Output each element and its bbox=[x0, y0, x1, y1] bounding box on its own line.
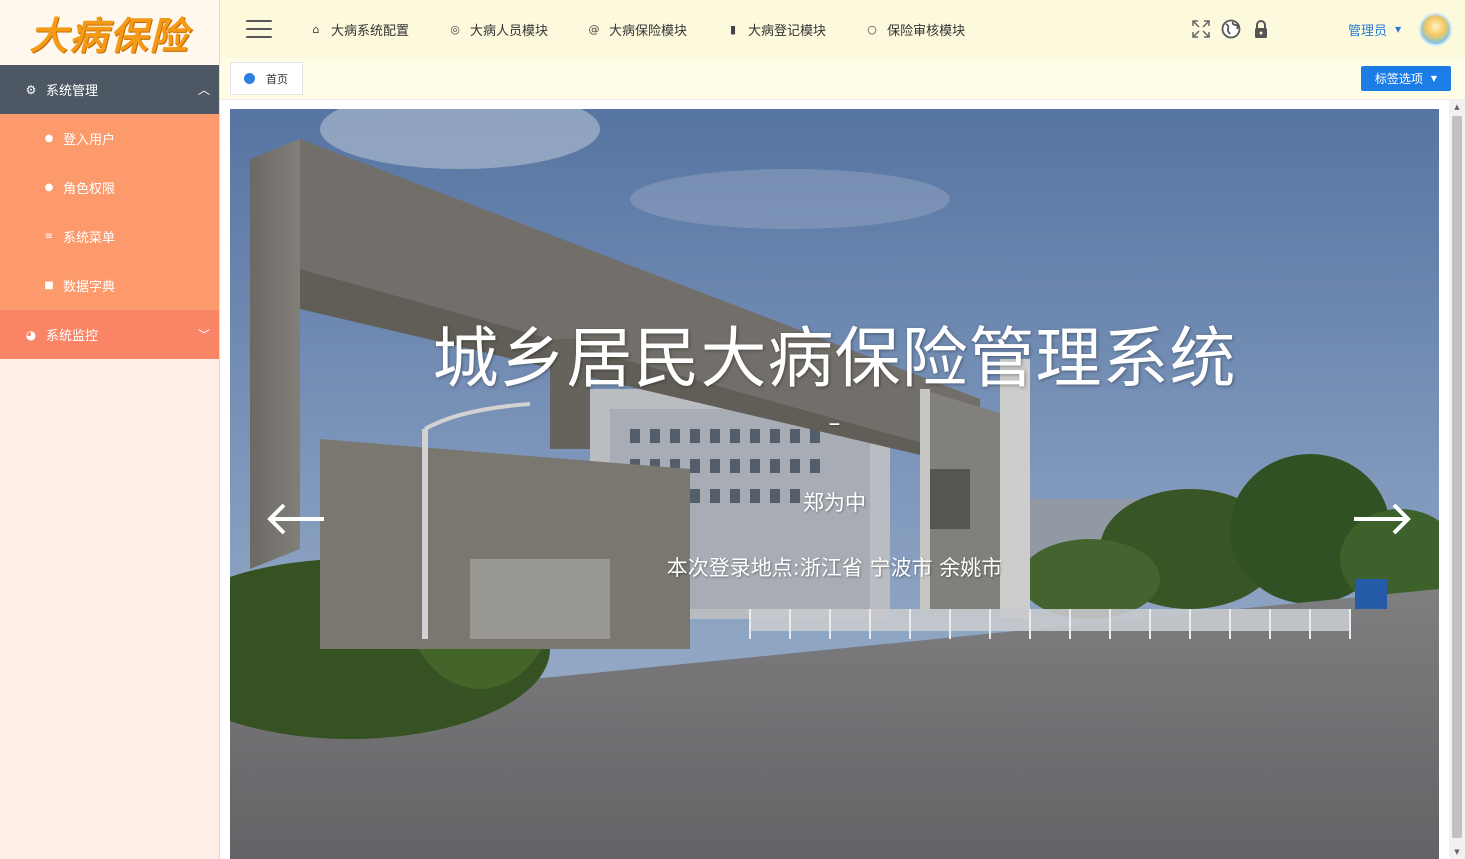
banner-background-image bbox=[230, 109, 1439, 859]
top-navbar: ⌂ 大病系统配置 ◎ 大病人员模块 @ 大病保险模块 ▮ 大病登记模块 ○ 保险… bbox=[220, 0, 1465, 58]
user-name: 管理员 bbox=[1348, 24, 1388, 39]
sidebar-item-label: 角色权限 bbox=[63, 182, 116, 197]
chevron-down-icon: ﹀ bbox=[197, 328, 210, 342]
nav-item-label: 大病系统配置 bbox=[331, 23, 410, 39]
nav-item-label: 保险审核模块 bbox=[887, 23, 966, 39]
nav-item-system-config[interactable]: ⌂ 大病系统配置 bbox=[310, 20, 410, 39]
banner-divider: – bbox=[828, 409, 841, 437]
user-icon: ● bbox=[44, 133, 54, 144]
carousel-next-arrow-icon[interactable] bbox=[1350, 499, 1414, 539]
user-menu[interactable]: 管理员 ▼ bbox=[1348, 20, 1401, 39]
banner-user-name: 郑为中 bbox=[803, 491, 866, 515]
nav-item-audit-module[interactable]: ○ 保险审核模块 bbox=[866, 20, 965, 39]
nav-item-insurance-module[interactable]: @ 大病保险模块 bbox=[588, 20, 688, 39]
carousel-prev-arrow-icon[interactable] bbox=[264, 499, 328, 539]
nav-item-personnel-module[interactable]: ◎ 大病人员模块 bbox=[449, 20, 548, 39]
hamburger-menu-icon[interactable] bbox=[246, 20, 272, 38]
sidebar: 大病保险 ⚙ 系统管理 ︿ ● 登入用户 ● 角色权限 ≡ 系统菜单 ■ 数据字… bbox=[0, 0, 220, 859]
sidebar-item-role-permissions[interactable]: ● 角色权限 bbox=[0, 163, 219, 212]
banner-login-location: 本次登录地点:浙江省 宁波市 余姚市 bbox=[666, 556, 1003, 580]
sidebar-item-label: 登入用户 bbox=[63, 133, 116, 148]
lock-icon[interactable] bbox=[1250, 18, 1272, 40]
book-icon: ▮ bbox=[730, 22, 737, 36]
scroll-down-arrow-icon[interactable]: ▼ bbox=[1449, 845, 1465, 859]
fullscreen-icon[interactable] bbox=[1190, 18, 1212, 40]
logo[interactable]: 大病保险 bbox=[0, 0, 219, 65]
dashboard-icon: ◎ bbox=[450, 22, 460, 36]
book-icon: ■ bbox=[44, 280, 54, 291]
tab-home[interactable]: 首页 bbox=[230, 62, 303, 95]
at-icon: @ bbox=[588, 22, 600, 36]
sidebar-group-label: 系统管理 bbox=[46, 84, 99, 99]
globe-icon[interactable] bbox=[1220, 18, 1242, 40]
sidebar-group-system-management[interactable]: ⚙ 系统管理 ︿ bbox=[0, 65, 219, 114]
caret-down-icon: ▼ bbox=[1430, 74, 1438, 83]
tab-label: 首页 bbox=[266, 72, 288, 86]
tab-bar: 首页 标签选项 ▼ bbox=[220, 58, 1465, 100]
sidebar-item-system-menu[interactable]: ≡ 系统菜单 bbox=[0, 212, 219, 261]
gear-icon: ⚙ bbox=[25, 82, 37, 97]
sidebar-item-data-dictionary[interactable]: ■ 数据字典 bbox=[0, 261, 219, 310]
sidebar-group-system-monitor[interactable]: ◕ 系统监控 ﹀ bbox=[0, 310, 219, 359]
nav-item-label: 大病保险模块 bbox=[609, 23, 688, 39]
home-banner: 城乡居民大病保险管理系统 – 郑为中 本次登录地点:浙江省 宁波市 余姚市 bbox=[230, 109, 1439, 859]
scroll-up-arrow-icon[interactable]: ▲ bbox=[1449, 100, 1465, 114]
tab-options-button[interactable]: 标签选项 ▼ bbox=[1361, 66, 1451, 91]
sidebar-item-label: 系统菜单 bbox=[63, 231, 116, 246]
circle-icon: ○ bbox=[867, 22, 877, 36]
active-tab-dot-icon bbox=[244, 73, 255, 84]
sidebar-submenu: ● 登入用户 ● 角色权限 ≡ 系统菜单 ■ 数据字典 bbox=[0, 114, 219, 310]
sidebar-item-login-users[interactable]: ● 登入用户 bbox=[0, 114, 219, 163]
vertical-scrollbar[interactable]: ▲ ▼ bbox=[1449, 100, 1465, 859]
logo-text: 大病保险 bbox=[29, 13, 190, 58]
avatar[interactable] bbox=[1419, 13, 1452, 46]
nav-item-registration-module[interactable]: ▮ 大病登记模块 bbox=[727, 20, 826, 39]
scroll-thumb[interactable] bbox=[1452, 116, 1462, 838]
banner-title: 城乡居民大病保险管理系统 bbox=[432, 320, 1237, 397]
top-toolbar-icons bbox=[1190, 18, 1280, 40]
sidebar-item-label: 数据字典 bbox=[63, 280, 116, 295]
list-icon: ≡ bbox=[44, 231, 54, 242]
tab-options-label: 标签选项 bbox=[1374, 72, 1423, 86]
caret-down-icon: ▼ bbox=[1395, 25, 1402, 34]
pie-chart-icon: ◕ bbox=[25, 327, 37, 342]
home-icon: ⌂ bbox=[312, 22, 320, 36]
chevron-up-icon: ︿ bbox=[197, 83, 210, 97]
users-icon: ● bbox=[44, 182, 54, 193]
nav-item-label: 大病人员模块 bbox=[470, 23, 549, 39]
sidebar-group-label: 系统监控 bbox=[46, 329, 99, 344]
nav-item-label: 大病登记模块 bbox=[748, 23, 827, 39]
